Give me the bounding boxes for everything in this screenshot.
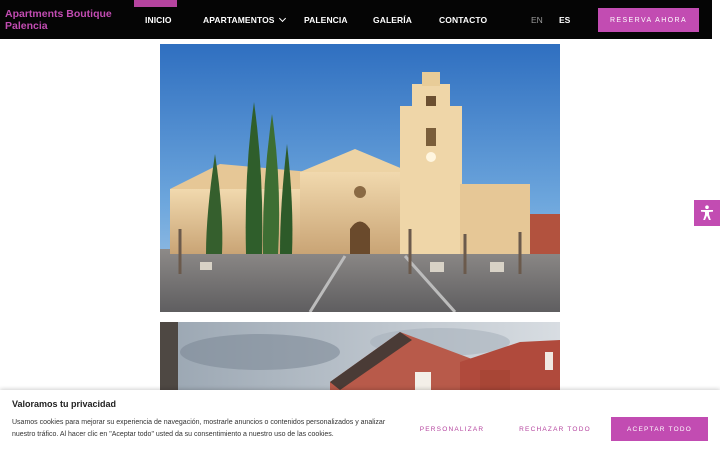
reject-all-button[interactable]: RECHAZAR TODO xyxy=(519,417,591,441)
brand-logo-text[interactable]: Apartments Boutique Palencia xyxy=(5,8,115,32)
nav-item-contacto[interactable]: CONTACTO xyxy=(439,15,487,25)
reserve-now-button[interactable]: RESERVA AHORA xyxy=(598,8,699,32)
nav-item-inicio[interactable]: INICIO xyxy=(145,15,172,25)
accessibility-icon xyxy=(701,205,713,220)
language-es[interactable]: ES xyxy=(559,15,570,25)
cookie-consent-banner: Valoramos tu privacidad Usamos cookies p… xyxy=(0,390,720,450)
nav-active-indicator xyxy=(134,0,177,7)
nav-item-apartamentos-label: APARTAMENTOS xyxy=(203,15,275,25)
accept-all-button[interactable]: ACEPTAR TODO xyxy=(611,417,708,441)
cathedral-photo xyxy=(160,44,560,312)
chevron-down-icon xyxy=(278,14,286,23)
cookie-description: Usamos cookies para mejorar su experienc… xyxy=(12,419,386,438)
nav-item-galeria[interactable]: GALERÍA xyxy=(373,15,412,25)
cookie-title: Valoramos tu privacidad xyxy=(12,399,117,409)
nav-item-apartamentos[interactable]: APARTAMENTOS xyxy=(203,14,286,25)
nav-item-palencia[interactable]: PALENCIA xyxy=(304,15,348,25)
accessibility-button[interactable] xyxy=(694,200,720,226)
personalize-button[interactable]: PERSONALIZAR xyxy=(417,417,487,441)
site-header: Apartments Boutique Palencia INICIO APAR… xyxy=(0,0,712,39)
language-en[interactable]: EN xyxy=(531,15,543,25)
cathedral-illustration xyxy=(160,44,560,312)
